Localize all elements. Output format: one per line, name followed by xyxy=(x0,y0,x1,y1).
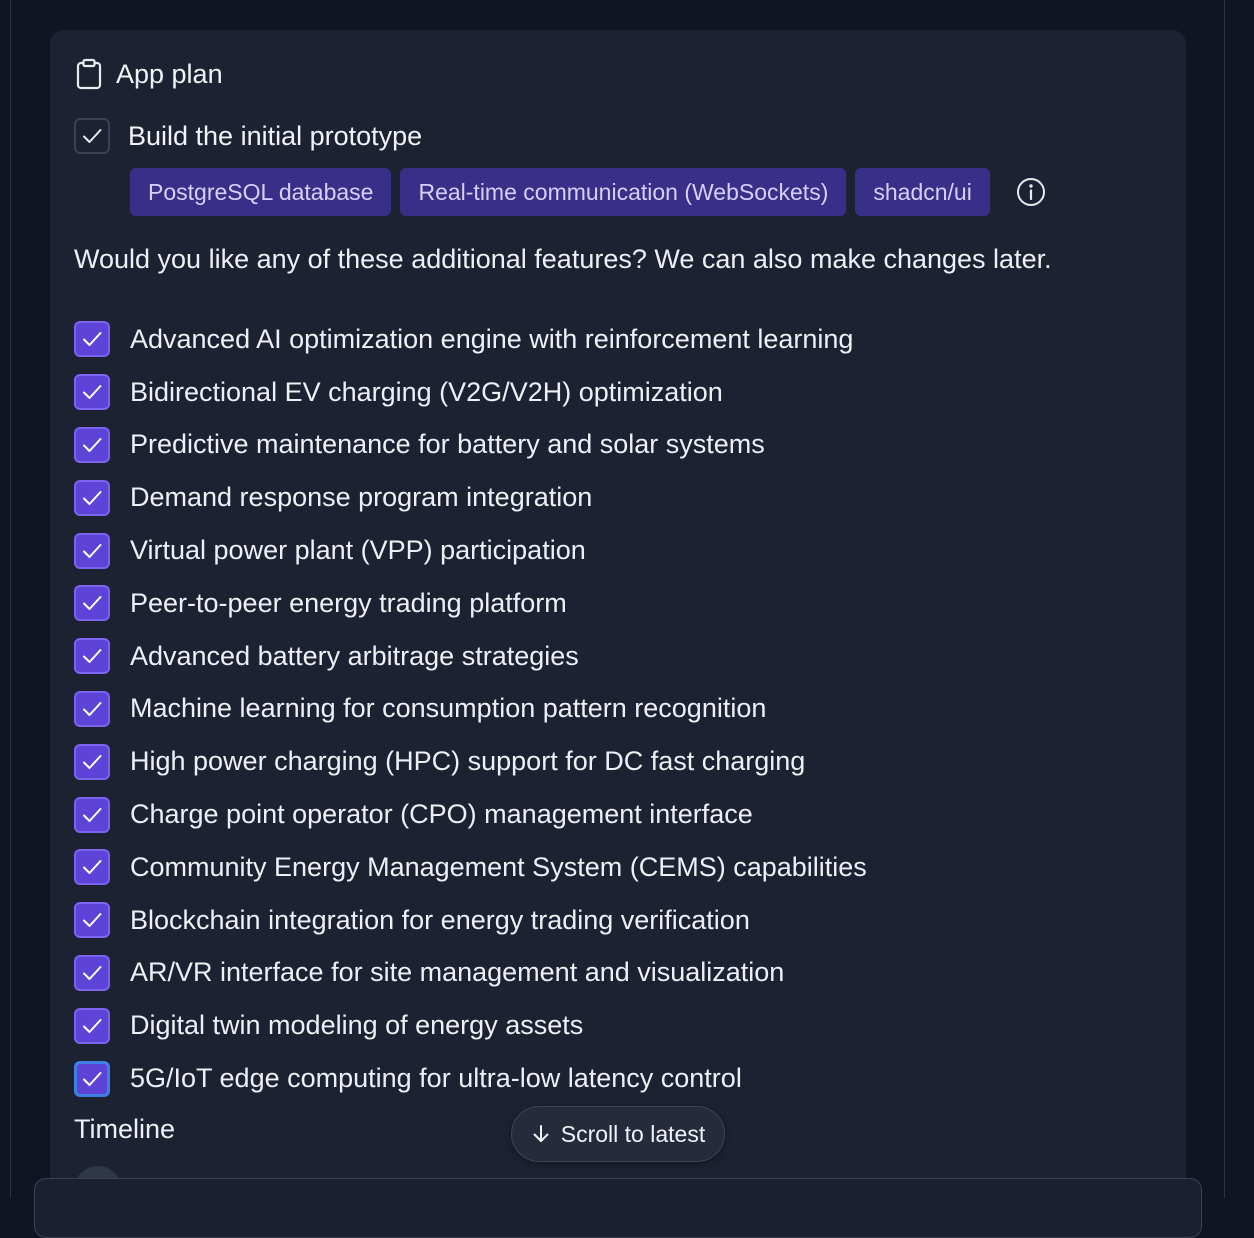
feature-label: Peer-to-peer energy trading platform xyxy=(130,587,567,618)
check-icon xyxy=(83,965,102,980)
feature-checkbox[interactable] xyxy=(74,426,110,463)
page-edge-left xyxy=(10,0,11,1198)
app-plan-header: App plan xyxy=(74,58,223,90)
feature-item[interactable]: Digital twin modeling of energy assets xyxy=(74,999,867,1052)
check-icon xyxy=(83,129,102,143)
feature-item[interactable]: Advanced battery arbitrage strategies xyxy=(74,630,867,683)
feature-label: Bidirectional EV charging (V2G/V2H) opti… xyxy=(130,376,723,407)
feature-item[interactable]: Community Energy Management System (CEMS… xyxy=(74,841,867,894)
feature-item[interactable]: Predictive maintenance for battery and s… xyxy=(74,419,867,472)
feature-item[interactable]: Virtual power plant (VPP) participation xyxy=(74,524,867,577)
feature-item[interactable]: Peer-to-peer energy trading platform xyxy=(74,577,867,630)
check-icon xyxy=(83,332,102,347)
page-edge-right xyxy=(1224,0,1225,1198)
feature-list: Advanced AI optimization engine with rei… xyxy=(74,313,867,1105)
check-icon xyxy=(83,860,102,875)
feature-checkbox[interactable] xyxy=(74,954,110,991)
features-question: Would you like any of these additional f… xyxy=(74,244,1052,274)
tag-websockets: Real-time communication (WebSockets) xyxy=(400,168,847,216)
feature-label: High power charging (HPC) support for DC… xyxy=(130,746,806,777)
feature-item[interactable]: Charge point operator (CPO) management i… xyxy=(74,788,867,841)
check-icon xyxy=(83,1018,102,1033)
feature-label: Blockchain integration for energy tradin… xyxy=(130,904,750,935)
feature-item[interactable]: Blockchain integration for energy tradin… xyxy=(74,894,867,947)
feature-checkbox[interactable] xyxy=(74,479,110,516)
feature-item[interactable]: 5G/IoT edge computing for ultra-low late… xyxy=(74,1052,867,1105)
feature-label: Charge point operator (CPO) management i… xyxy=(130,799,753,830)
feature-checkbox[interactable] xyxy=(74,374,110,411)
check-icon xyxy=(83,437,102,452)
feature-label: Digital twin modeling of energy assets xyxy=(130,1010,584,1041)
feature-checkbox[interactable] xyxy=(74,849,110,886)
feature-label: Predictive maintenance for battery and s… xyxy=(130,429,765,460)
feature-checkbox[interactable] xyxy=(74,796,110,833)
feature-item[interactable]: Advanced AI optimization engine with rei… xyxy=(74,313,867,366)
check-icon xyxy=(83,701,102,716)
check-icon xyxy=(83,596,102,611)
clipboard-icon xyxy=(74,58,104,90)
feature-label: AR/VR interface for site management and … xyxy=(130,957,785,988)
feature-item[interactable]: AR/VR interface for site management and … xyxy=(74,947,867,1000)
tech-stack-tags: PostgreSQL database Real-time communicat… xyxy=(130,168,1047,216)
feature-checkbox[interactable] xyxy=(74,1007,110,1044)
check-icon xyxy=(83,913,102,928)
app-plan-title: App plan xyxy=(116,58,223,89)
feature-item[interactable]: High power charging (HPC) support for DC… xyxy=(74,735,867,788)
scroll-to-latest-label: Scroll to latest xyxy=(560,1120,706,1147)
tag-postgresql: PostgreSQL database xyxy=(130,168,392,216)
check-icon xyxy=(83,754,102,769)
info-icon[interactable] xyxy=(1015,176,1047,208)
feature-checkbox[interactable] xyxy=(74,1060,110,1097)
timeline-heading: Timeline xyxy=(74,1114,176,1144)
check-icon xyxy=(83,490,102,505)
feature-checkbox[interactable] xyxy=(74,585,110,622)
check-icon xyxy=(83,1071,102,1086)
check-icon xyxy=(83,649,102,664)
check-icon xyxy=(83,543,102,558)
feature-label: Advanced AI optimization engine with rei… xyxy=(130,323,854,354)
feature-label: Community Energy Management System (CEMS… xyxy=(130,851,867,882)
scroll-to-latest-button[interactable]: Scroll to latest xyxy=(511,1106,725,1162)
feature-label: Virtual power plant (VPP) participation xyxy=(130,535,586,566)
feature-label: Demand response program integration xyxy=(130,482,593,513)
feature-checkbox[interactable] xyxy=(74,638,110,675)
feature-label: Machine learning for consumption pattern… xyxy=(130,693,767,724)
feature-item[interactable]: Machine learning for consumption pattern… xyxy=(74,683,867,736)
feature-checkbox[interactable] xyxy=(74,743,110,780)
feature-label: Advanced battery arbitrage strategies xyxy=(130,640,579,671)
prototype-row[interactable]: Build the initial prototype xyxy=(74,118,422,154)
feature-item[interactable]: Bidirectional EV charging (V2G/V2H) opti… xyxy=(74,366,867,419)
prototype-checkbox[interactable] xyxy=(74,118,110,154)
tag-shadcn: shadcn/ui xyxy=(855,168,990,216)
feature-checkbox[interactable] xyxy=(74,690,110,727)
check-icon xyxy=(83,385,102,400)
arrow-down-icon xyxy=(531,1123,551,1145)
feature-checkbox[interactable] xyxy=(74,532,110,569)
feature-checkbox[interactable] xyxy=(74,902,110,939)
feature-checkbox[interactable] xyxy=(74,321,110,358)
message-input[interactable] xyxy=(34,1178,1202,1238)
feature-item[interactable]: Demand response program integration xyxy=(74,471,867,524)
check-icon xyxy=(83,807,102,822)
feature-label: 5G/IoT edge computing for ultra-low late… xyxy=(130,1063,742,1094)
prototype-label: Build the initial prototype xyxy=(128,120,423,151)
